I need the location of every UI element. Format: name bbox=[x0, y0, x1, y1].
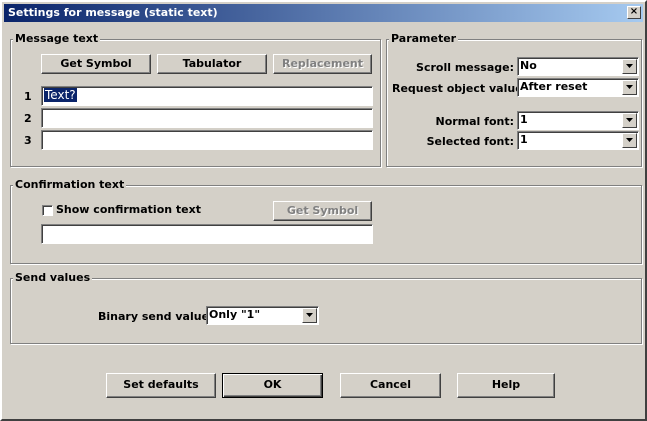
selected-font-label: Selected font: bbox=[426, 135, 514, 148]
window-title: Settings for message (static text) bbox=[8, 6, 218, 19]
scroll-message-label: Scroll message: bbox=[416, 61, 514, 74]
close-icon: × bbox=[629, 6, 639, 17]
parameter-group-label: Parameter bbox=[389, 32, 459, 45]
get-symbol-button[interactable]: Get Symbol bbox=[41, 54, 151, 74]
message-line-2-input[interactable] bbox=[41, 108, 373, 128]
set-defaults-button[interactable]: Set defaults bbox=[106, 373, 216, 398]
ok-button[interactable]: OK bbox=[222, 373, 323, 398]
request-object-value-select[interactable]: After reset bbox=[517, 78, 639, 97]
tabulator-button[interactable]: Tabulator bbox=[157, 54, 267, 74]
show-confirmation-checkbox[interactable] bbox=[42, 205, 53, 216]
message-line-3-input[interactable] bbox=[41, 130, 373, 150]
show-confirmation-label[interactable]: Show confirmation text bbox=[56, 203, 201, 216]
normal-font-label: Normal font: bbox=[435, 115, 514, 128]
confirmation-text-group-label: Confirmation text bbox=[13, 178, 127, 191]
message-text-group-label: Message text bbox=[13, 32, 101, 45]
confirmation-text-input[interactable] bbox=[41, 224, 373, 244]
normal-font-value: 1 bbox=[520, 113, 528, 126]
binary-send-value-select[interactable]: Only "1" bbox=[206, 306, 319, 325]
line-number-2: 2 bbox=[24, 112, 32, 125]
chevron-down-icon bbox=[626, 138, 633, 142]
message-line-1-input[interactable]: Text? bbox=[41, 86, 373, 106]
chevron-down-icon bbox=[306, 313, 313, 317]
normal-font-dropdown-button[interactable] bbox=[622, 113, 637, 128]
scroll-message-dropdown-button[interactable] bbox=[622, 59, 637, 74]
selected-font-select[interactable]: 1 bbox=[517, 131, 639, 150]
send-values-group-label: Send values bbox=[13, 271, 93, 284]
close-button[interactable]: × bbox=[627, 6, 641, 19]
scroll-message-value: No bbox=[520, 59, 537, 72]
help-button[interactable]: Help bbox=[457, 373, 555, 398]
confirmation-get-symbol-button[interactable]: Get Symbol bbox=[273, 201, 372, 221]
selected-font-dropdown-button[interactable] bbox=[622, 133, 637, 148]
replacement-button[interactable]: Replacement bbox=[273, 54, 372, 74]
cancel-button[interactable]: Cancel bbox=[340, 373, 441, 398]
chevron-down-icon bbox=[626, 85, 633, 89]
binary-send-value-label: Binary send value: bbox=[98, 310, 214, 323]
selected-font-value: 1 bbox=[520, 133, 528, 146]
scroll-message-select[interactable]: No bbox=[517, 57, 639, 76]
request-object-value-label: Request object value: bbox=[392, 82, 528, 95]
settings-dialog: Settings for message (static text) × Mes… bbox=[0, 0, 647, 421]
chevron-down-icon bbox=[626, 118, 633, 122]
request-object-value-value: After reset bbox=[520, 80, 588, 93]
line-number-3: 3 bbox=[24, 134, 32, 147]
message-line-1-value: Text? bbox=[44, 88, 77, 102]
chevron-down-icon bbox=[626, 64, 633, 68]
request-object-value-dropdown-button[interactable] bbox=[622, 80, 637, 95]
normal-font-select[interactable]: 1 bbox=[517, 111, 639, 130]
title-bar[interactable]: Settings for message (static text) × bbox=[4, 4, 643, 22]
binary-send-value-value: Only "1" bbox=[209, 308, 261, 321]
binary-send-value-dropdown-button[interactable] bbox=[302, 308, 317, 323]
line-number-1: 1 bbox=[24, 90, 32, 103]
